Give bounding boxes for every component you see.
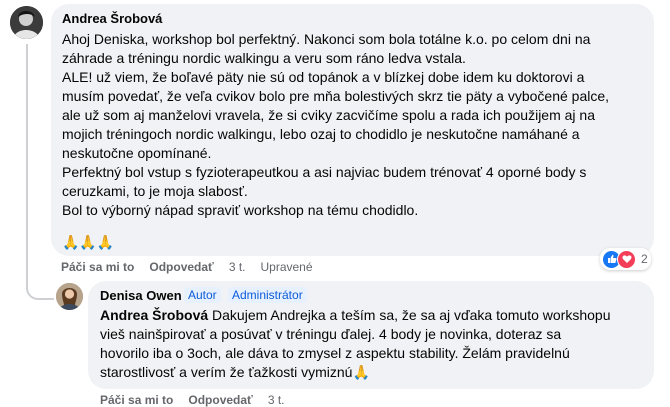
timestamp[interactable]: 3 t. [268,393,285,407]
reply-actions: Páči sa mi to Odpovedať 3 t. [100,393,300,407]
profile-photo-icon [10,6,43,39]
avatar[interactable] [56,283,83,310]
comment-text: Ahoj Deniska, workshop bol perfektný. Na… [62,31,610,218]
love-icon [617,249,636,269]
avatar[interactable] [10,6,43,39]
like-link[interactable]: Páči sa mi to [61,260,134,274]
thread-line [26,44,28,289]
edited-label: Upravené [260,260,313,274]
comment-actions: Páči sa mi to Odpovedať 3 t. Upravené [61,260,328,274]
reply-link[interactable]: Odpovedať [188,393,252,407]
timestamp[interactable]: 3 t. [229,260,246,274]
author-badge: Autor [184,287,221,303]
profile-photo-icon [56,283,83,310]
mention-link[interactable]: Andrea Šrobová [100,307,208,323]
like-link[interactable]: Páči sa mi to [100,393,173,407]
reply-link[interactable]: Odpovedať [149,260,213,274]
reaction-count: 2 [641,252,648,266]
admin-badge: Administrátor [228,287,307,303]
reactions-summary[interactable]: 2 [600,248,651,270]
reply-text: Andrea Šrobová Dakujem Andrejka a teším … [100,307,611,380]
reply-author[interactable]: Denisa Owen [100,288,182,303]
emoji-prayer-hands: 🙏🙏🙏 [62,234,115,250]
thread-connector [26,270,54,300]
comment-author[interactable]: Andrea Šrobová [62,11,162,26]
